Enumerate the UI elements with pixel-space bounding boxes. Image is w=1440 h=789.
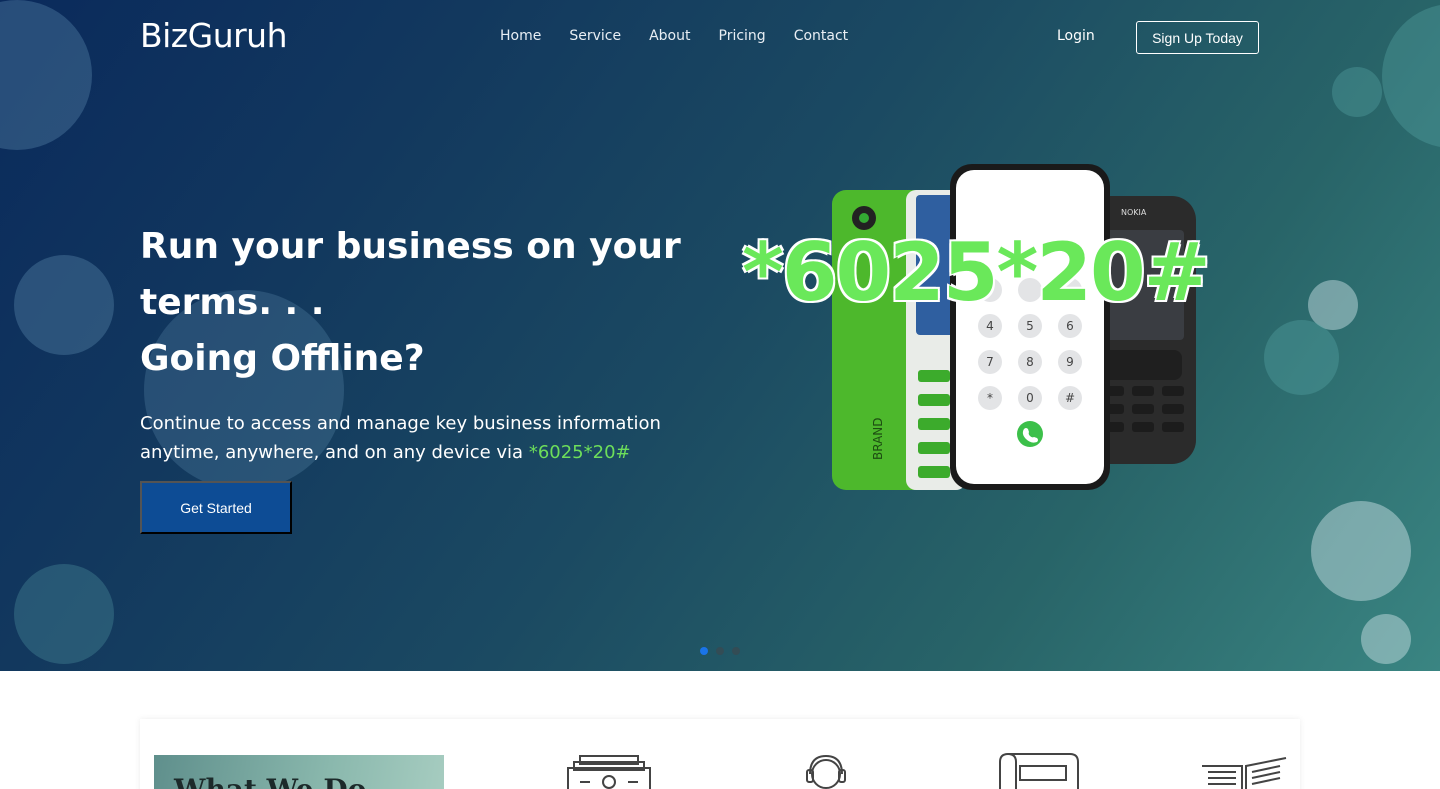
what-we-do-title: What We Do (174, 773, 366, 789)
decor-bubble (14, 564, 114, 664)
svg-text:6: 6 (1066, 319, 1074, 333)
carousel-dot-3[interactable] (732, 647, 740, 655)
headline-line-2: terms. . . (140, 282, 325, 323)
svg-text:5: 5 (1026, 319, 1034, 333)
nav-link-contact[interactable]: Contact (794, 28, 848, 44)
carousel-dot-2[interactable] (716, 647, 724, 655)
decor-bubble (1332, 67, 1382, 117)
login-link[interactable]: Login (1057, 28, 1095, 44)
headline-line-1: Run your business on your (140, 226, 681, 267)
svg-text:8: 8 (1026, 355, 1034, 369)
svg-text:9: 9 (1066, 355, 1074, 369)
nav-link-home[interactable]: Home (500, 28, 541, 44)
nav-link-about[interactable]: About (649, 28, 690, 44)
decor-bubble (14, 255, 114, 355)
hero-description: Continue to access and manage key busine… (140, 409, 700, 467)
smartphone-dialer-image: 4 5 6 7 8 9 * 0 # (950, 164, 1110, 490)
phones-illustration: BRAND NOKIA 4 5 6 7 8 9 * 0 # (832, 164, 1196, 490)
headset-support-icon (806, 754, 846, 789)
nav-link-pricing[interactable]: Pricing (719, 28, 766, 44)
money-icon (567, 755, 651, 789)
hero-section: BizGuruh Home Service About Pricing Cont… (0, 0, 1440, 671)
carousel-indicators (700, 647, 740, 655)
ussd-code-overlay: *6025*20# (742, 226, 1211, 319)
signup-button[interactable]: Sign Up Today (1136, 21, 1259, 54)
get-started-button[interactable]: Get Started (140, 481, 292, 534)
svg-text:0: 0 (1026, 391, 1034, 405)
svg-text:7: 7 (986, 355, 994, 369)
svg-text:#: # (1065, 391, 1075, 405)
open-book-icon (1202, 757, 1287, 789)
top-navbar: BizGuruh Home Service About Pricing Cont… (0, 0, 1440, 74)
carousel-dot-1[interactable] (700, 647, 708, 655)
main-menu: Home Service About Pricing Contact (500, 28, 848, 44)
decor-bubble (1361, 614, 1411, 664)
headline-line-3: Going Offline? (140, 338, 425, 379)
phone-nokia-label: NOKIA (1121, 208, 1147, 217)
what-we-do-banner: What We Do (154, 755, 444, 789)
hero-headline: Run your business on your terms. . . Goi… (140, 219, 700, 387)
document-scroll-icon (999, 752, 1079, 789)
phone-brand-label: BRAND (871, 417, 885, 460)
nav-link-service[interactable]: Service (569, 28, 621, 44)
brand-logo[interactable]: BizGuruh (140, 16, 288, 55)
description-ussd-code: *6025*20# (528, 442, 631, 463)
svg-text:4: 4 (986, 319, 994, 333)
decor-bubble (1311, 501, 1411, 601)
svg-text:*: * (987, 391, 993, 405)
